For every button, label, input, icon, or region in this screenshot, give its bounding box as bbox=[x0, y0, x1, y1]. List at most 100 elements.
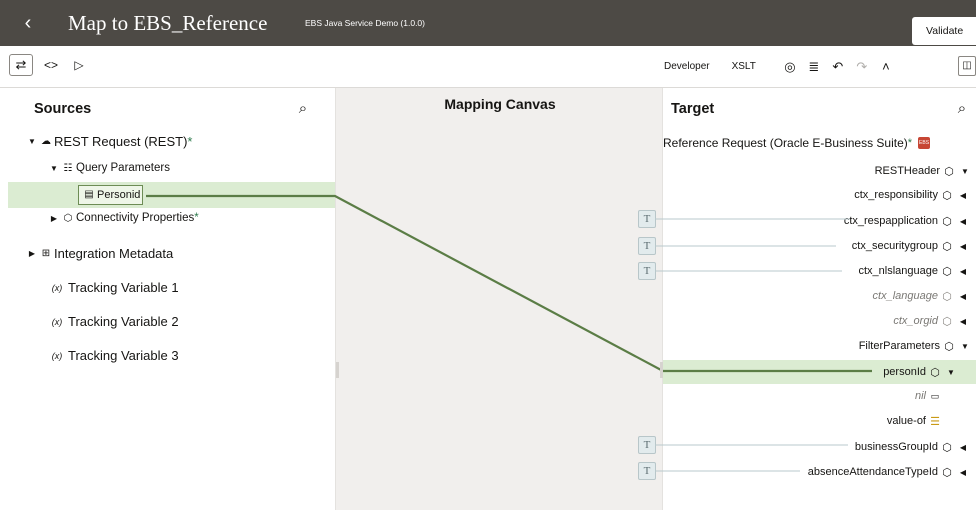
tree-node-tracking-variable-1[interactable]: (x) Tracking Variable 1 bbox=[46, 280, 179, 295]
collapse-icon[interactable]: ˄ bbox=[874, 56, 898, 78]
tracking-variable-3-label: Tracking Variable 3 bbox=[68, 348, 179, 363]
cube-icon: ⬡ bbox=[944, 165, 954, 178]
caret-left-icon[interactable]: ◀ bbox=[956, 217, 970, 226]
xslt-button[interactable]: XSLT bbox=[732, 56, 756, 78]
personid-label: Personid bbox=[97, 189, 141, 201]
tree-node-integration-metadata[interactable]: ▶ ⊞ Integration Metadata bbox=[26, 246, 173, 261]
transform-badge[interactable]: T bbox=[638, 462, 656, 480]
caret-down-icon[interactable]: ▼ bbox=[958, 167, 972, 176]
target-title: Target bbox=[671, 101, 715, 117]
xslt-value-of-icon: ☰ bbox=[930, 415, 940, 428]
caret-left-icon[interactable]: ◀ bbox=[956, 468, 970, 477]
caret-left-icon[interactable]: ◀ bbox=[956, 191, 970, 200]
target-node-ctx-securitygroup[interactable]: ctx_securitygroup ⬡ ◀ bbox=[852, 235, 970, 257]
mapping-canvas[interactable]: Mapping Canvas T T T T T bbox=[335, 88, 663, 510]
variable-icon: (x) bbox=[51, 316, 63, 327]
caret-left-icon[interactable]: ◀ bbox=[956, 292, 970, 301]
element-icon: ⬡ bbox=[942, 290, 952, 303]
target-node-personid[interactable]: personId ⬡ ▼ bbox=[883, 361, 958, 383]
ctx-respapplication-label: ctx_respapplication bbox=[843, 215, 938, 227]
element-icon: ⬡ bbox=[942, 215, 952, 228]
target-node-filter-parameters[interactable]: FilterParameters ⬡ ▼ bbox=[859, 335, 972, 357]
filter-icon[interactable]: ≣ bbox=[802, 56, 826, 78]
tree-node-tracking-variable-2[interactable]: (x) Tracking Variable 2 bbox=[46, 314, 179, 329]
caret-left-icon[interactable]: ◀ bbox=[956, 443, 970, 452]
sources-panel: Sources ⌕ ▼ ☁ REST Request (REST) * ▼ ☷ Q… bbox=[8, 88, 335, 510]
caret-left-icon[interactable]: ◀ bbox=[956, 267, 970, 276]
caret-left-icon[interactable]: ◀ bbox=[956, 317, 970, 326]
chevron-left-icon: ‹ bbox=[24, 12, 32, 34]
tree-node-rest-request[interactable]: ▼ ☁ REST Request (REST) * bbox=[26, 134, 192, 149]
target-panel: Target ⌕ Reference Request (Oracle E-Bus… bbox=[663, 88, 976, 510]
caret-down-icon[interactable]: ▼ bbox=[26, 137, 38, 146]
canvas-title: Mapping Canvas bbox=[444, 96, 556, 112]
variable-icon: (x) bbox=[51, 282, 63, 293]
redo-icon[interactable]: ↷ bbox=[850, 56, 874, 78]
caret-right-icon[interactable]: ▶ bbox=[48, 214, 60, 223]
cube-icon: ⬡ bbox=[63, 212, 73, 224]
undo-icon[interactable]: ↶ bbox=[826, 56, 850, 78]
target-node-ctx-responsibility[interactable]: ctx_responsibility ⬡ ◀ bbox=[854, 184, 970, 206]
target-node-absence-attendance-type-id[interactable]: absenceAttendanceTypeId ⬡ ◀ bbox=[808, 461, 970, 483]
play-icon[interactable]: ▷ bbox=[69, 54, 89, 76]
target-node-nil[interactable]: nil ▭ bbox=[915, 385, 944, 407]
back-button[interactable]: ‹ bbox=[14, 9, 42, 37]
tree-node-connectivity-properties[interactable]: ▶ ⬡ Connectivity Properties * bbox=[48, 212, 199, 224]
app-header: ‹ Map to EBS_Reference EBS Java Service … bbox=[0, 0, 976, 46]
rest-request-label: REST Request (REST) bbox=[54, 134, 188, 149]
attribute-icon: ▭ bbox=[930, 390, 940, 401]
tracking-variable-2-label: Tracking Variable 2 bbox=[68, 314, 179, 329]
target-root-node[interactable]: Reference Request (Oracle E-Business Sui… bbox=[663, 132, 976, 154]
tracking-variable-1-label: Tracking Variable 1 bbox=[68, 280, 179, 295]
target-node-ctx-language[interactable]: ctx_language ⬡ ◀ bbox=[873, 285, 970, 307]
search-icon[interactable]: ⌕ bbox=[294, 100, 312, 118]
caret-down-icon[interactable]: ▼ bbox=[48, 164, 60, 173]
required-mark: * bbox=[194, 212, 199, 224]
transform-badge[interactable]: T bbox=[638, 436, 656, 454]
ctx-responsibility-label: ctx_responsibility bbox=[854, 189, 938, 201]
element-icon: ⬡ bbox=[942, 189, 952, 202]
element-icon: ⬡ bbox=[942, 265, 952, 278]
validate-button[interactable]: Validate bbox=[912, 17, 976, 45]
ctx-nlslanguage-label: ctx_nlslanguage bbox=[858, 265, 938, 277]
connectivity-properties-label: Connectivity Properties bbox=[76, 212, 195, 224]
transform-badge[interactable]: T bbox=[638, 262, 656, 280]
element-icon: ⬡ bbox=[942, 315, 952, 328]
element-icon: ⬡ bbox=[942, 240, 952, 253]
element-icon: ⬡ bbox=[942, 441, 952, 454]
caret-left-icon[interactable]: ◀ bbox=[956, 242, 970, 251]
element-icon: ⬡ bbox=[930, 366, 940, 379]
target-node-ctx-orgid[interactable]: ctx_orgid ⬡ ◀ bbox=[893, 310, 970, 332]
caret-down-icon[interactable]: ▼ bbox=[958, 342, 972, 351]
transform-badge[interactable]: T bbox=[638, 237, 656, 255]
target-node-ctx-nlslanguage[interactable]: ctx_nlslanguage ⬡ ◀ bbox=[858, 260, 970, 282]
eye-icon[interactable]: ◎ bbox=[778, 56, 802, 78]
cloud-icon: ☁ bbox=[41, 136, 51, 147]
parameters-icon: ☷ bbox=[63, 162, 73, 174]
page-title: Map to EBS_Reference bbox=[68, 11, 268, 35]
transform-badge[interactable]: T bbox=[638, 210, 656, 228]
ctx-orgid-label: ctx_orgid bbox=[893, 315, 938, 327]
tree-node-query-parameters[interactable]: ▼ ☷ Query Parameters bbox=[48, 162, 170, 174]
required-mark: * bbox=[187, 134, 193, 149]
cube-icon: ⬡ bbox=[944, 340, 954, 353]
developer-mode-button[interactable]: Developer bbox=[664, 56, 710, 78]
caret-right-icon[interactable]: ▶ bbox=[26, 249, 38, 258]
business-group-id-label: businessGroupId bbox=[854, 441, 938, 453]
element-icon: ⬡ bbox=[942, 466, 952, 479]
target-node-value-of[interactable]: value-of ☰ bbox=[887, 410, 944, 432]
code-icon[interactable]: <> bbox=[41, 54, 61, 76]
absence-attendance-type-id-label: absenceAttendanceTypeId bbox=[807, 466, 938, 478]
tree-node-personid[interactable]: ▤ Personid bbox=[78, 185, 144, 205]
search-icon[interactable]: ⌕ bbox=[953, 100, 971, 118]
ctx-language-label: ctx_language bbox=[872, 290, 938, 302]
target-node-rest-header[interactable]: RESTHeader ⬡ ▼ bbox=[875, 160, 972, 182]
tree-node-tracking-variable-3[interactable]: (x) Tracking Variable 3 bbox=[46, 348, 179, 363]
caret-down-icon[interactable]: ▼ bbox=[944, 368, 958, 377]
filter-parameters-label: FilterParameters bbox=[858, 340, 940, 352]
nil-label: nil bbox=[914, 390, 926, 402]
swap-icon[interactable]: ⇄ bbox=[9, 54, 33, 76]
target-node-ctx-respapplication[interactable]: ctx_respapplication ⬡ ◀ bbox=[844, 210, 970, 232]
panel-toggle-icon[interactable]: ◫ bbox=[958, 56, 976, 76]
target-node-business-group-id[interactable]: businessGroupId ⬡ ◀ bbox=[855, 436, 970, 458]
